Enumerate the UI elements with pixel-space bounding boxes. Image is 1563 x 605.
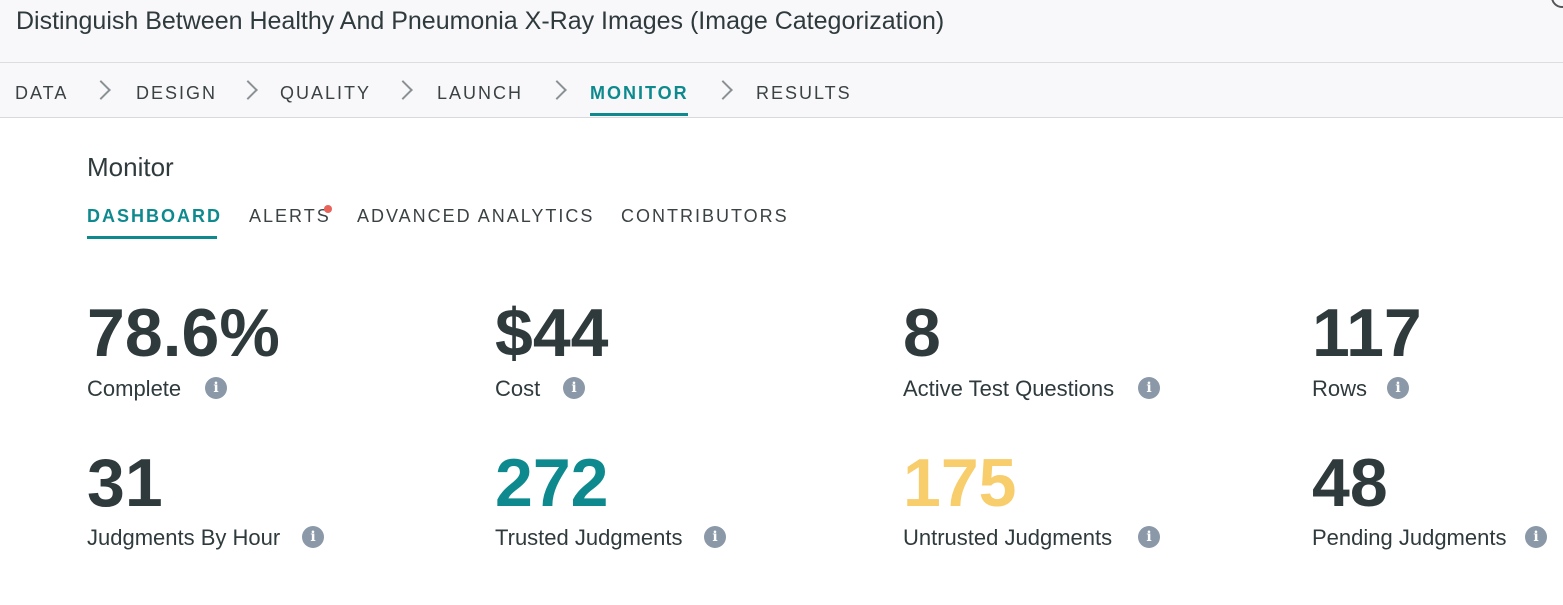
step-results[interactable]: RESULTS xyxy=(756,80,852,106)
tab-dashboard[interactable]: DASHBOARD xyxy=(87,203,222,229)
job-header: Distinguish Between Healthy And Pneumoni… xyxy=(0,0,1563,63)
step-design[interactable]: DESIGN xyxy=(136,80,217,106)
metric-pending-judgments-label: Pending Judgments xyxy=(1312,525,1507,550)
metric-untrusted-judgments-label: Untrusted Judgments xyxy=(903,525,1113,550)
metric-rows-value: 117 xyxy=(1312,295,1422,371)
info-icon[interactable]: i xyxy=(1138,526,1160,548)
info-icon[interactable]: i xyxy=(302,526,324,548)
info-icon[interactable]: i xyxy=(1525,526,1547,548)
metric-complete-value: 78.6% xyxy=(87,295,280,371)
info-icon[interactable]: i xyxy=(205,377,227,399)
tab-advanced-analytics[interactable]: ADVANCED ANALYTICS xyxy=(357,203,594,229)
job-title: Distinguish Between Healthy And Pneumoni… xyxy=(16,7,945,35)
metric-active-test-questions-label: Active Test Questions xyxy=(903,376,1115,401)
metric-judgments-by-hour-value: 31 xyxy=(87,445,163,521)
active-tab-indicator xyxy=(87,236,217,239)
metric-complete-label: Complete xyxy=(87,376,182,401)
tab-contributors[interactable]: CONTRIBUTORS xyxy=(621,203,789,229)
chevron-right-icon xyxy=(547,80,567,100)
step-quality[interactable]: QUALITY xyxy=(280,80,371,106)
chevron-right-icon xyxy=(713,80,733,100)
chevron-right-icon xyxy=(91,80,111,100)
metric-pending-judgments-value: 48 xyxy=(1312,445,1388,521)
active-step-indicator xyxy=(590,113,688,116)
metric-untrusted-judgments-value: 175 xyxy=(903,445,1017,521)
metric-trusted-judgments-label: Trusted Judgments xyxy=(495,525,683,550)
metric-cost-value: $44 xyxy=(495,295,609,371)
page-title: Monitor xyxy=(87,152,174,182)
info-icon[interactable]: i xyxy=(563,377,585,399)
info-icon[interactable]: i xyxy=(704,526,726,548)
metric-judgments-by-hour-label: Judgments By Hour xyxy=(87,525,281,550)
info-icon[interactable]: i xyxy=(1138,377,1160,399)
metric-active-test-questions-value: 8 xyxy=(903,295,941,371)
chevron-right-icon xyxy=(393,80,413,100)
step-monitor[interactable]: MONITOR xyxy=(590,80,689,106)
metric-rows-label: Rows xyxy=(1312,376,1368,401)
tab-alerts[interactable]: ALERTS xyxy=(249,203,331,229)
step-data[interactable]: DATA xyxy=(15,80,68,106)
metric-cost-label: Cost xyxy=(495,376,541,401)
info-icon[interactable]: i xyxy=(1387,377,1409,399)
alert-notification-dot xyxy=(324,205,332,213)
close-icon[interactable] xyxy=(1551,0,1563,8)
chevron-right-icon xyxy=(238,80,258,100)
step-launch[interactable]: LAUNCH xyxy=(437,80,523,106)
step-nav: DATA DESIGN QUALITY LAUNCH MONITOR RESUL… xyxy=(0,63,1563,118)
metric-trusted-judgments-value: 272 xyxy=(495,445,609,521)
